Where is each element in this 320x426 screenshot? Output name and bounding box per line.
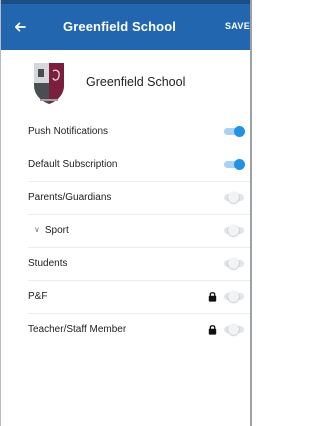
setting-label: Students [28,258,68,269]
app-bar: Greenfield School SAVE [1,4,250,50]
setting-row-pf[interactable]: P&F [1,281,250,314]
page-title: Greenfield School [63,19,176,34]
toggle-knob [228,291,239,302]
default-subscription-toggle[interactable] [224,159,245,170]
toggle-knob [228,192,239,203]
toggle-knob [228,258,239,269]
save-button[interactable]: SAVE [225,21,250,31]
toggle-knob [234,126,245,137]
setting-row-default-subscription[interactable]: Default Subscription [1,149,250,182]
setting-label: P&F [28,291,48,302]
chevron-down-icon[interactable]: ∨ [34,225,40,234]
students-toggle[interactable] [224,258,244,269]
app-screen: Greenfield School SAVE Greenfield School… [0,0,252,426]
setting-label: Sport [44,225,69,236]
lock-icon [208,325,217,335]
setting-row-students[interactable]: Students [1,248,250,281]
setting-label: Push Notifications [28,126,109,137]
school-crest-icon [34,63,64,104]
setting-row-teacher-staff[interactable]: Teacher/Staff Member [1,314,250,347]
settings-list: Push Notifications Default Subscription … [1,116,250,347]
teacher-staff-toggle[interactable] [224,324,244,335]
setting-label: Teacher/Staff Member [28,324,127,335]
toggle-knob [228,225,239,236]
arrow-left-icon [14,22,26,32]
school-name: Greenfield School [86,75,186,89]
setting-row-sport[interactable]: ∨ Sport [1,215,250,248]
back-button[interactable] [9,16,31,38]
lock-icon [208,292,217,302]
setting-row-push-notifications[interactable]: Push Notifications [1,116,250,149]
toggle-knob [234,159,245,170]
parents-guardians-toggle[interactable] [224,192,244,203]
setting-label: Default Subscription [28,159,118,170]
school-header: Greenfield School [1,50,250,116]
sport-toggle[interactable] [224,225,244,236]
sport-group-header[interactable]: ∨ Sport [34,225,69,236]
push-notifications-toggle[interactable] [224,126,245,137]
setting-row-parents-guardians[interactable]: Parents/Guardians [1,182,250,215]
setting-label: Parents/Guardians [28,192,112,203]
toggle-knob [228,324,239,335]
pf-toggle[interactable] [224,291,244,302]
